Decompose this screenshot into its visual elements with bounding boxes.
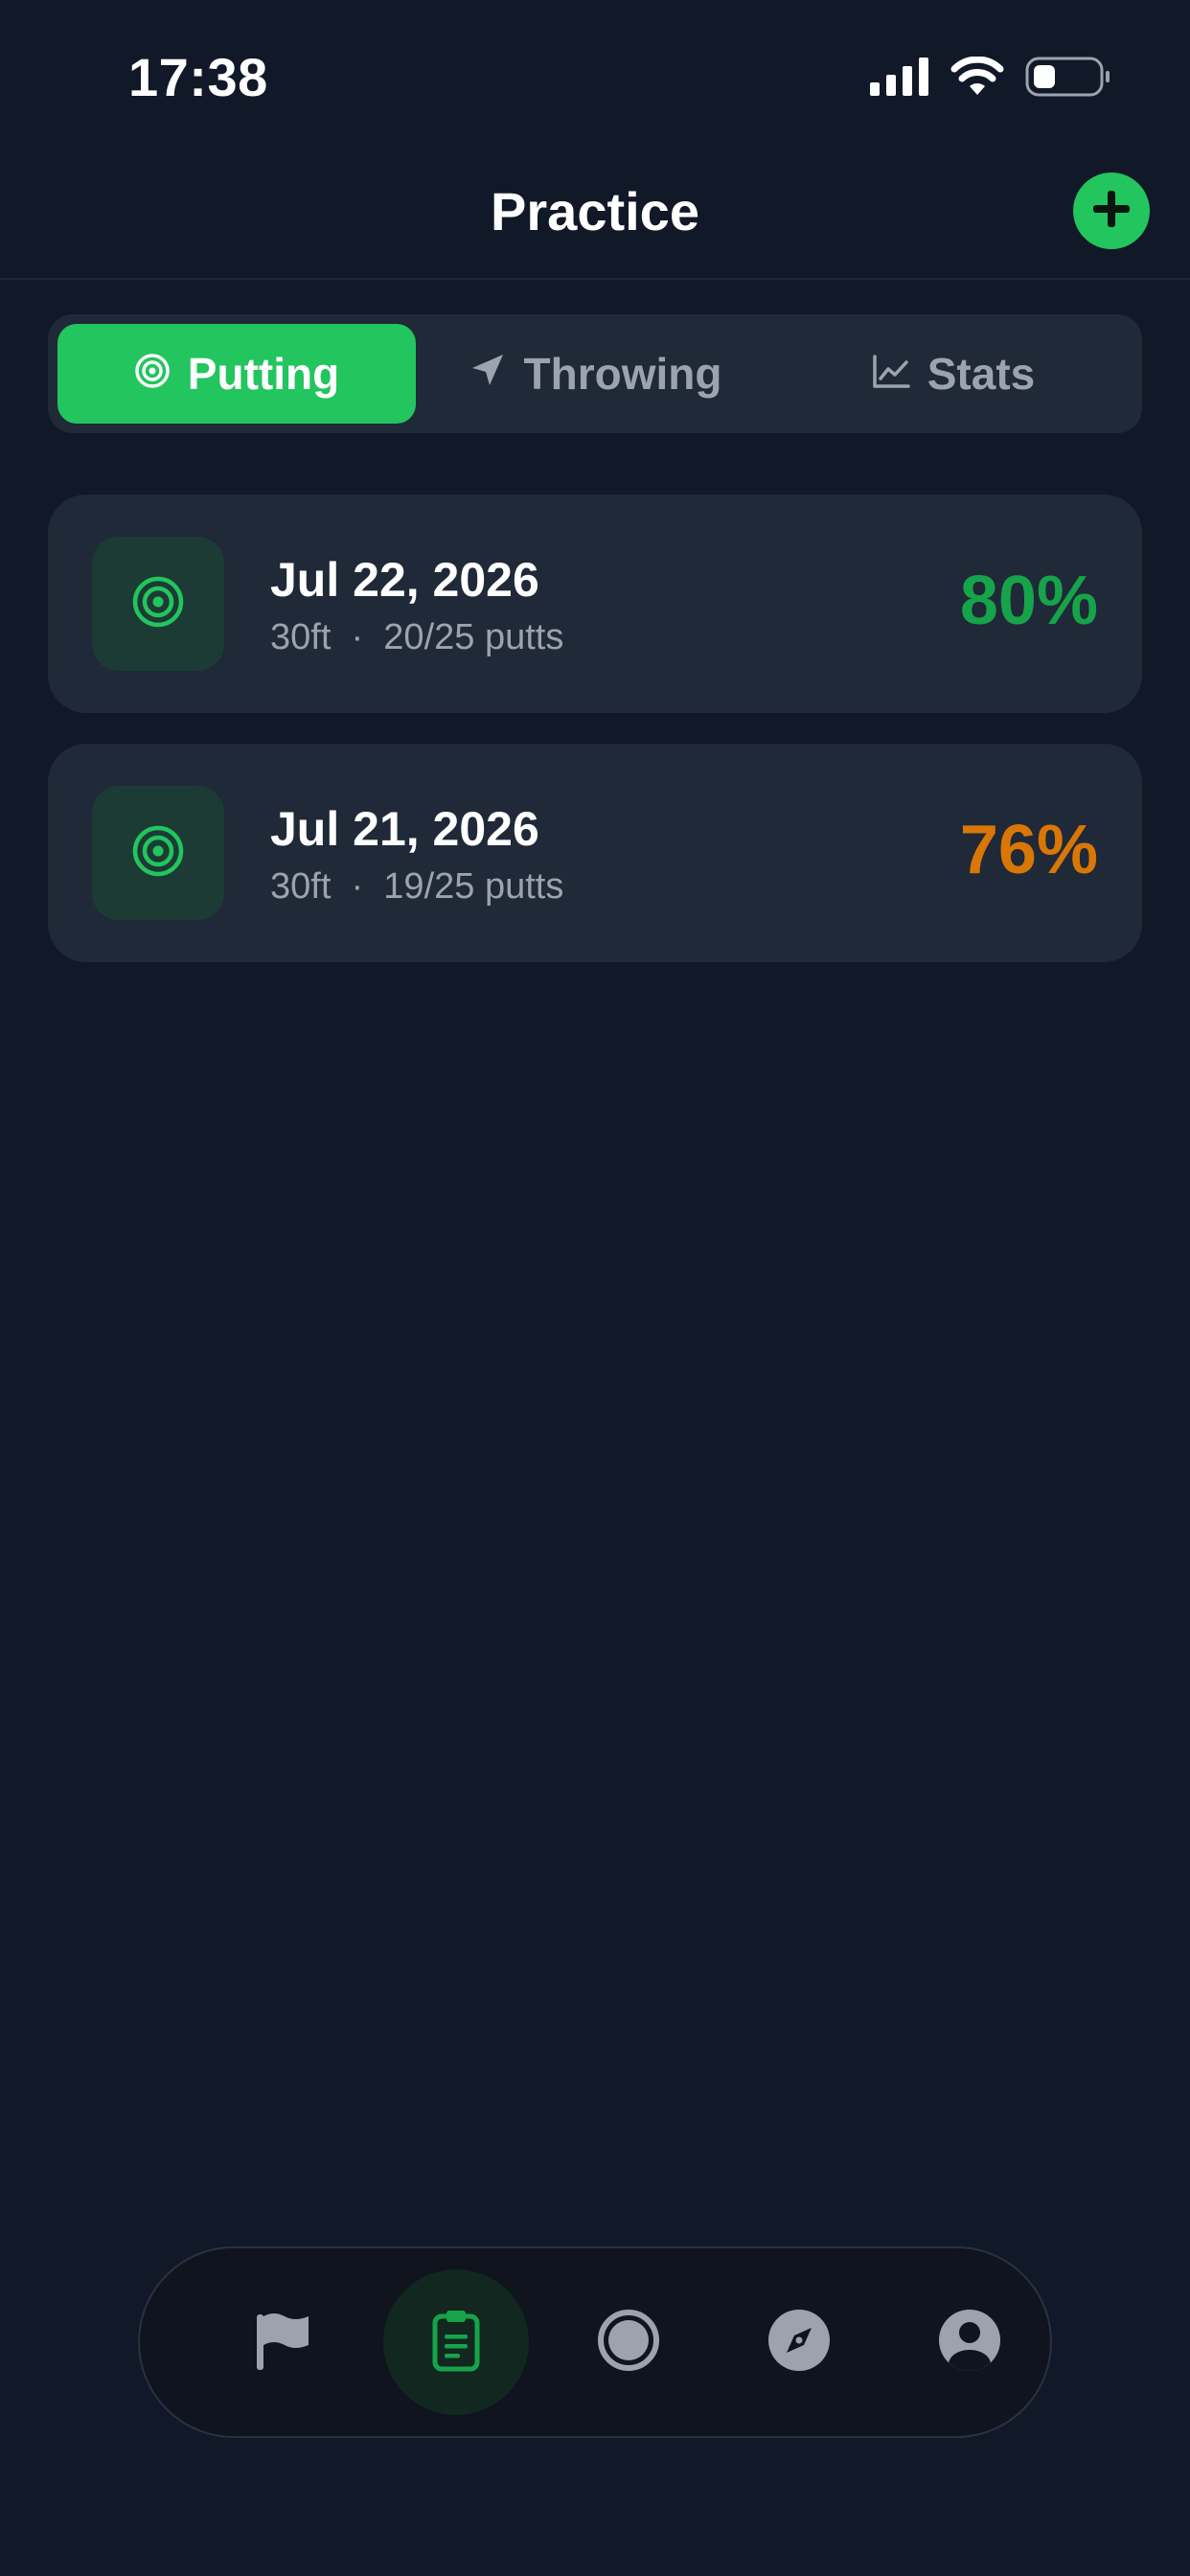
- session-date: Jul 21, 2026: [270, 802, 539, 856]
- page-title: Practice: [491, 181, 699, 242]
- circle-disc-icon: [597, 2309, 660, 2377]
- tab-throwing[interactable]: Throwing: [416, 324, 774, 424]
- meta-separator: ·: [351, 617, 364, 657]
- status-icons: [870, 56, 1111, 102]
- add-session-button[interactable]: [1073, 172, 1150, 249]
- meta-separator: ·: [351, 866, 364, 907]
- target-icon: [134, 348, 171, 400]
- wifi-icon: [950, 56, 1004, 102]
- tab-putting-label: Putting: [187, 349, 340, 399]
- practice-type-tabs: Putting Throwing Stats: [48, 314, 1142, 433]
- nav-discs[interactable]: [556, 2269, 701, 2415]
- compass-icon: [767, 2309, 831, 2377]
- practice-screen: 17:38 Practice Putting Throwing Stats Ju…: [0, 0, 1190, 2576]
- line-chart-icon: [872, 348, 910, 400]
- nav-rounds[interactable]: [211, 2269, 356, 2415]
- session-percentage: 80%: [959, 563, 1098, 639]
- session-card[interactable]: Jul 21, 2026 30ft · 19/25 putts 76%: [48, 744, 1142, 962]
- session-list: Jul 22, 2026 30ft · 20/25 putts 80% Jul …: [48, 494, 1142, 993]
- session-distance: 30ft: [270, 866, 332, 907]
- header: Practice: [0, 144, 1190, 280]
- profile-icon: [938, 2309, 1001, 2377]
- target-icon: [131, 575, 185, 633]
- session-distance: 30ft: [270, 617, 332, 657]
- clipboard-icon: [432, 2309, 480, 2377]
- battery-icon: [1025, 57, 1111, 102]
- flag-icon: [253, 2309, 314, 2377]
- session-putts: 20/25 putts: [383, 617, 564, 657]
- status-time: 17:38: [128, 47, 268, 107]
- bottom-nav: [138, 2246, 1052, 2438]
- navigation-arrow-icon: [469, 348, 507, 400]
- plus-icon: [1090, 188, 1133, 235]
- cellular-signal-icon: [870, 57, 929, 101]
- session-icon-box: [92, 786, 224, 920]
- session-details: 30ft · 20/25 putts: [270, 617, 563, 658]
- session-date: Jul 22, 2026: [270, 553, 539, 607]
- nav-profile[interactable]: [897, 2269, 1042, 2415]
- session-putts: 19/25 putts: [383, 866, 564, 907]
- tab-stats-label: Stats: [927, 349, 1036, 399]
- tab-throwing-label: Throwing: [523, 349, 722, 399]
- nav-practice[interactable]: [383, 2269, 529, 2415]
- tab-stats[interactable]: Stats: [774, 324, 1133, 424]
- target-icon: [131, 824, 185, 883]
- status-bar: 17:38: [0, 0, 1190, 144]
- session-details: 30ft · 19/25 putts: [270, 866, 563, 908]
- session-card[interactable]: Jul 22, 2026 30ft · 20/25 putts 80%: [48, 494, 1142, 713]
- session-percentage: 76%: [959, 812, 1098, 888]
- nav-explore[interactable]: [726, 2269, 872, 2415]
- tab-putting[interactable]: Putting: [57, 324, 416, 424]
- session-icon-box: [92, 537, 224, 671]
